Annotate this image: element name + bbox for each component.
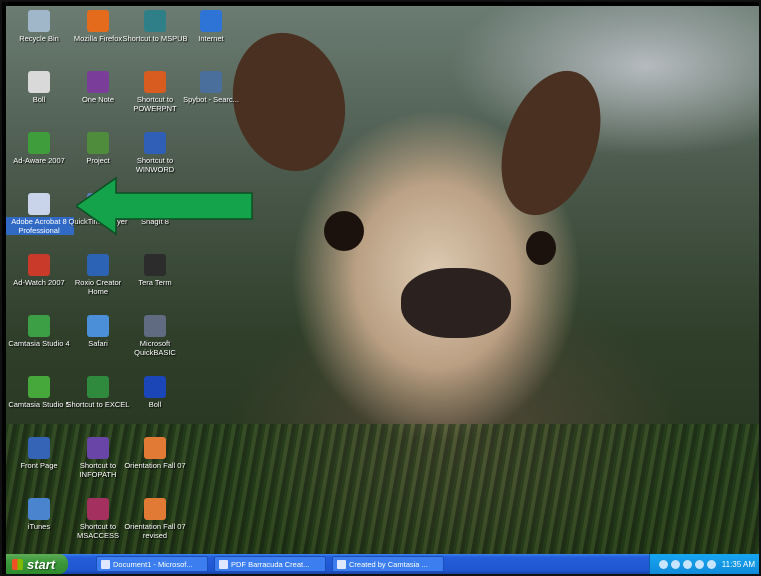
- internet-explorer-icon: [337, 559, 346, 569]
- ad-aware-icon: [28, 132, 50, 154]
- volume-tray-icon[interactable]: [682, 559, 692, 569]
- desktop-icon[interactable]: Microsoft QuickBASIC: [120, 315, 190, 357]
- desktop-icon-label: Recycle Bin: [19, 34, 59, 43]
- green-arrow-pointer: [76, 176, 253, 236]
- desktop-icon-label: Internet: [198, 34, 224, 43]
- task-label: Document1 - Microsof...: [113, 559, 193, 569]
- infopath-icon: [87, 437, 109, 459]
- pdf-creator-icon: [219, 559, 228, 569]
- document-icon: [28, 71, 50, 93]
- camtasia-icon: [28, 315, 50, 337]
- taskbar: start Document1 - Microsof... PDF Barrac…: [6, 554, 759, 574]
- network-tray-icon[interactable]: [658, 559, 668, 569]
- desktop-icon-label: Camtasia Studio 4: [8, 339, 70, 348]
- desktop-icon-label: Orientation Fall 07 revised: [124, 522, 186, 540]
- taskbar-task-camtasia[interactable]: Created by Camtasia ...: [332, 556, 444, 572]
- desktop-icon-label: Spybot - Searc...: [183, 95, 239, 104]
- powerpoint-file-icon: [144, 498, 166, 520]
- messenger-tray-icon[interactable]: [694, 559, 704, 569]
- desktop-icon-label: Ad-Aware 2007: [13, 156, 65, 165]
- itunes-icon: [28, 498, 50, 520]
- powerpoint-icon: [144, 71, 166, 93]
- desktop-icon[interactable]: Orientation Fall 07: [120, 437, 190, 470]
- internet-explorer-icon: [200, 10, 222, 32]
- desktop-icon-label: Microsoft QuickBASIC: [134, 339, 176, 357]
- taskbar-task-pdf-barracuda[interactable]: PDF Barracuda Creat...: [214, 556, 326, 572]
- quickbasic-icon: [144, 315, 166, 337]
- security-tray-icon[interactable]: [670, 559, 680, 569]
- firefox-icon: [87, 10, 109, 32]
- powerpoint-file-icon: [144, 437, 166, 459]
- screen-frame: Recycle Bin Mozilla Firefox Shortcut to MS…: [0, 0, 761, 576]
- roxio-icon: [87, 254, 109, 276]
- task-label: Created by Camtasia ...: [349, 559, 428, 569]
- desktop-icon-label: Camtasia Studio 5: [8, 400, 70, 409]
- project-icon: [87, 132, 109, 154]
- taskbar-task-document1[interactable]: Document1 - Microsof...: [96, 556, 208, 572]
- publisher-icon: [144, 10, 166, 32]
- onenote-icon: [87, 71, 109, 93]
- safari-icon: [87, 315, 109, 337]
- desktop-icon[interactable]: Spybot - Searc...: [176, 71, 246, 104]
- wallpaper-dog-eye-right: [526, 231, 556, 265]
- update-tray-icon[interactable]: [706, 559, 716, 569]
- desktop-icon-label: iTunes: [27, 522, 51, 531]
- desktop-icon-label: Boll: [32, 95, 46, 104]
- desktop-icon[interactable]: Orientation Fall 07 revised: [120, 498, 190, 540]
- desktop-icon-label: Front Page: [20, 461, 58, 470]
- desktop-icon[interactable]: Tera Term: [120, 254, 190, 287]
- desktop-icon-label: Mozilla Firefox: [73, 34, 123, 43]
- system-tray: 11:35 AM: [649, 554, 759, 574]
- access-icon: [87, 498, 109, 520]
- s-icon: [144, 376, 166, 398]
- desktop[interactable]: Recycle Bin Mozilla Firefox Shortcut to MS…: [6, 6, 759, 554]
- desktop-icon-label: Safari: [88, 339, 108, 348]
- desktop-icon[interactable]: Boll: [120, 376, 190, 409]
- start-button[interactable]: start: [6, 554, 68, 574]
- wallpaper-dog-eye-left: [324, 211, 364, 251]
- recycle-bin-icon: [28, 10, 50, 32]
- camtasia-5-icon: [28, 376, 50, 398]
- ad-watch-icon: [28, 254, 50, 276]
- desktop-icon-label: Project: [86, 156, 110, 165]
- word-icon: [101, 559, 110, 569]
- word-icon: [144, 132, 166, 154]
- start-label: start: [27, 556, 56, 572]
- task-label: PDF Barracuda Creat...: [231, 559, 310, 569]
- desktop-icon-label: One Note: [81, 95, 115, 104]
- desktop-icon-label: Ad-Watch 2007: [13, 278, 65, 287]
- windows-logo-icon: [12, 558, 23, 570]
- desktop-icon-label: Shortcut to WINWORD: [135, 156, 175, 174]
- wallpaper-dog-nose: [401, 268, 511, 338]
- clock[interactable]: 11:35 AM: [722, 560, 755, 569]
- desktop-icon[interactable]: Internet: [176, 10, 246, 43]
- desktop-icon-label: Orientation Fall 07: [124, 461, 186, 470]
- excel-icon: [87, 376, 109, 398]
- desktop-icon-label: Tera Term: [138, 278, 172, 287]
- teraterm-icon: [144, 254, 166, 276]
- adobe-acrobat-icon: [28, 193, 50, 215]
- arrow-shape: [76, 176, 253, 236]
- frontpage-icon: [28, 437, 50, 459]
- spybot-icon: [200, 71, 222, 93]
- desktop-icon-label: Boll: [148, 400, 162, 409]
- desktop-icon[interactable]: Shortcut to WINWORD: [120, 132, 190, 174]
- wallpaper-dog-ear-right: [483, 57, 619, 229]
